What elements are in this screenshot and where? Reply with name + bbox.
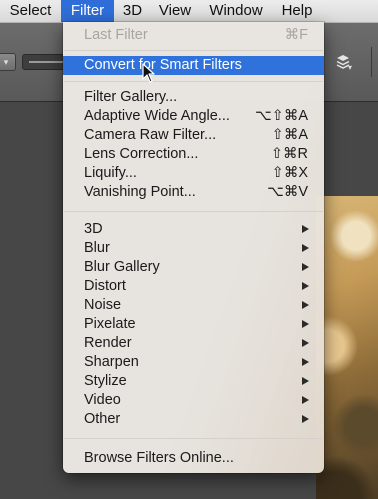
menu-item-label: Blur — [84, 240, 110, 256]
menu-bar: Select Filter 3D View Window Help — [0, 0, 378, 23]
menu-separator — [64, 438, 323, 439]
menu-item-browse-filters-online[interactable]: Browse Filters Online... — [63, 449, 324, 468]
triangle-right-icon — [302, 282, 309, 290]
menu-item-shortcut: ⌥⌘V — [267, 184, 308, 200]
menu-item-adaptive-wide-angle[interactable]: Adaptive Wide Angle... ⌥⇧⌘A — [63, 107, 324, 126]
menu-item-label: Video — [84, 392, 121, 408]
menu-separator — [64, 81, 323, 82]
menu-item-last-filter: Last Filter ⌘F — [63, 26, 324, 45]
triangle-right-icon — [302, 339, 309, 347]
menu-item-blur-gallery[interactable]: Blur Gallery — [63, 258, 324, 277]
menu-item-shortcut: ⇧⌘R — [270, 146, 308, 162]
menu-item-label: Stylize — [84, 373, 127, 389]
menu-item-vanishing-point[interactable]: Vanishing Point... ⌥⌘V — [63, 183, 324, 202]
menu-item-label: Camera Raw Filter... — [84, 127, 217, 143]
menu-item-convert-for-smart-filters[interactable]: Convert for Smart Filters — [63, 56, 324, 75]
menu-item-label: Lens Correction... — [84, 146, 199, 162]
menu-view[interactable]: View — [151, 0, 199, 22]
menu-item-sharpen[interactable]: Sharpen — [63, 353, 324, 372]
menu-item-pixelate[interactable]: Pixelate — [63, 315, 324, 334]
menu-item-label: Vanishing Point... — [84, 184, 196, 200]
menu-item-label: Other — [84, 411, 121, 427]
menu-item-blur[interactable]: Blur — [63, 239, 324, 258]
menu-item-label: Noise — [84, 297, 122, 313]
menu-item-camera-raw-filter[interactable]: Camera Raw Filter... ⇧⌘A — [63, 126, 324, 145]
triangle-right-icon — [302, 415, 309, 423]
triangle-right-icon — [302, 263, 309, 271]
menu-filter[interactable]: Filter — [61, 0, 114, 22]
document-image — [316, 196, 378, 499]
menu-item-shortcut: ⇧⌘X — [271, 165, 308, 181]
chevron-down-icon[interactable]: ▾ — [0, 53, 16, 71]
menu-item-liquify[interactable]: Liquify... ⇧⌘X — [63, 164, 324, 183]
triangle-right-icon — [302, 301, 309, 309]
menu-item-label: Pixelate — [84, 316, 136, 332]
menu-item-render[interactable]: Render — [63, 334, 324, 353]
menu-separator — [64, 211, 323, 212]
menu-item-label: Sharpen — [84, 354, 139, 370]
menu-window[interactable]: Window — [199, 0, 273, 22]
triangle-right-icon — [302, 244, 309, 252]
triangle-right-icon — [302, 358, 309, 366]
menu-item-other[interactable]: Other — [63, 410, 324, 429]
menu-item-label: Blur Gallery — [84, 259, 160, 275]
filter-menu: Last Filter ⌘F Convert for Smart Filters… — [63, 22, 324, 473]
menu-3d[interactable]: 3D — [114, 0, 151, 22]
menu-item-shortcut: ⇧⌘A — [271, 127, 308, 143]
triangle-right-icon — [302, 320, 309, 328]
menu-item-noise[interactable]: Noise — [63, 296, 324, 315]
menu-item-shortcut: ⌥⇧⌘A — [254, 108, 308, 124]
menu-item-label: Render — [84, 335, 132, 351]
menu-item-filter-gallery[interactable]: Filter Gallery... — [63, 88, 324, 107]
triangle-right-icon — [302, 225, 309, 233]
menu-item-stylize[interactable]: Stylize — [63, 372, 324, 391]
menu-select[interactable]: Select — [0, 0, 61, 22]
menu-item-3d[interactable]: 3D — [63, 220, 324, 239]
triangle-right-icon — [302, 377, 309, 385]
menu-item-label: Convert for Smart Filters — [84, 57, 242, 73]
triangle-right-icon — [302, 396, 309, 404]
menu-item-distort[interactable]: Distort — [63, 277, 324, 296]
menu-item-lens-correction[interactable]: Lens Correction... ⇧⌘R — [63, 145, 324, 164]
menu-item-label: Adaptive Wide Angle... — [84, 108, 230, 124]
menu-item-label: Browse Filters Online... — [84, 450, 234, 466]
menu-separator — [64, 50, 323, 51]
menu-item-label: Liquify... — [84, 165, 137, 181]
chevron-down-icon: ▾ — [348, 63, 353, 72]
menu-item-video[interactable]: Video — [63, 391, 324, 410]
layer-options-button[interactable]: ▾ — [330, 51, 360, 73]
menu-item-shortcut: ⌘F — [284, 27, 308, 43]
menu-item-label: Distort — [84, 278, 126, 294]
arrow-cursor-icon — [142, 63, 155, 83]
menu-item-label: Last Filter — [84, 27, 148, 43]
menu-help[interactable]: Help — [273, 0, 321, 22]
menu-item-label: Filter Gallery... — [84, 89, 178, 105]
options-divider — [371, 47, 372, 77]
menu-item-label: 3D — [84, 221, 103, 237]
